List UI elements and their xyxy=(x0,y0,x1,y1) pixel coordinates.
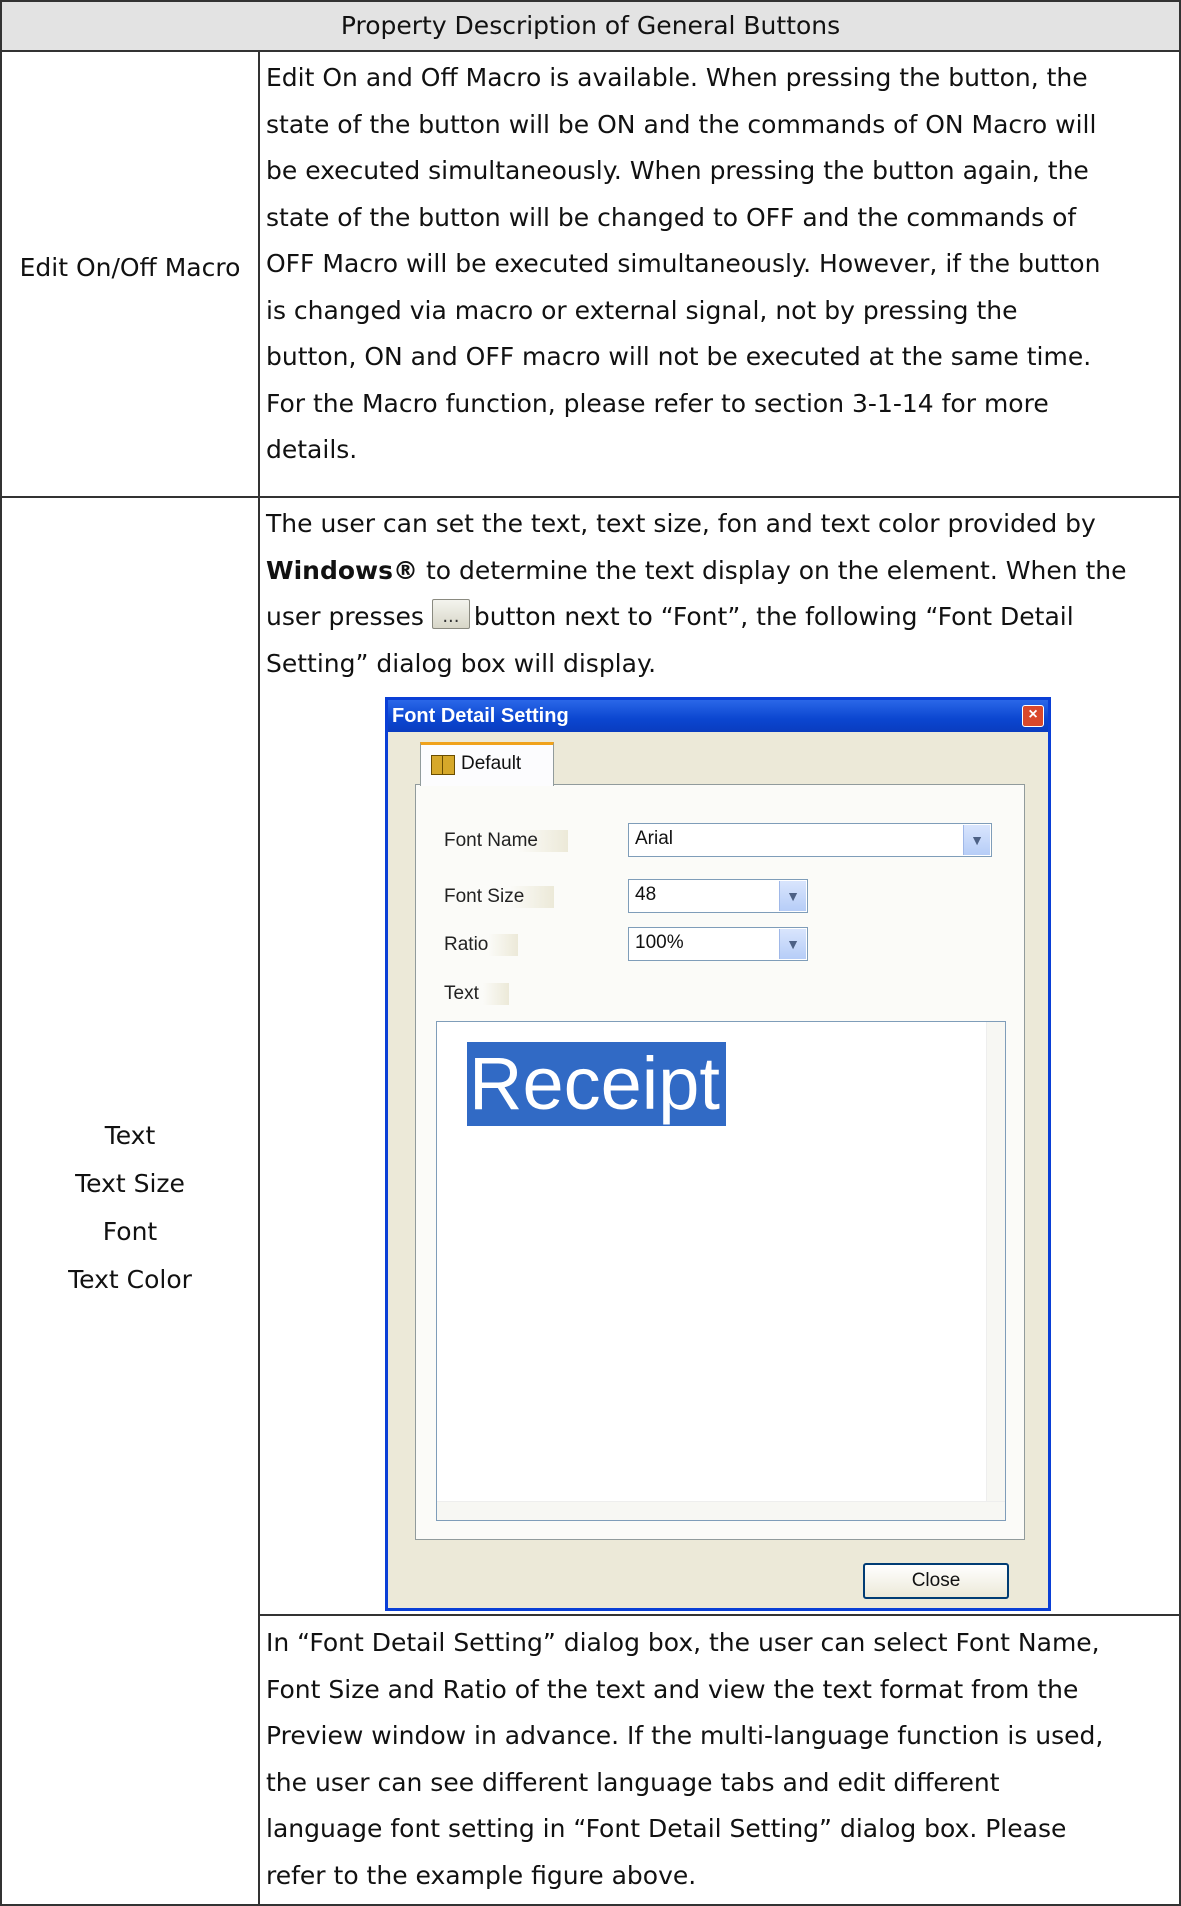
row-label-edit-macro: Edit On/Off Macro xyxy=(19,253,241,282)
label-font: Font xyxy=(102,1217,158,1246)
font-size-select[interactable]: 48 ▼ xyxy=(628,879,808,913)
row-description-edit-macro: Edit On and Off Macro is available. When… xyxy=(266,55,1171,474)
description-fragment: user presses xyxy=(266,602,424,631)
dropdown-arrow-icon[interactable]: ▼ xyxy=(779,929,806,959)
table-header: Property Description of General Buttons xyxy=(0,0,1181,52)
description-line: details. xyxy=(266,435,358,464)
ellipsis-button-icon: ... xyxy=(431,599,470,629)
description-line: button, ON and OFF macro will not be exe… xyxy=(266,342,1092,371)
description-line: OFF Macro will be executed simultaneousl… xyxy=(266,249,1101,278)
label-text: Text xyxy=(104,1121,156,1150)
description-line: state of the button will be ON and the c… xyxy=(266,109,1097,139)
tab-panel: Font Name Arial ▼ Font Size 48 ▼ Ratio 1… xyxy=(415,784,1025,1540)
column-divider xyxy=(258,50,260,496)
font-name-label: Font Name xyxy=(444,830,568,852)
close-button[interactable]: Close xyxy=(863,1563,1009,1599)
row-edit-macro: Edit On/Off Macro Edit On and Off Macro … xyxy=(0,50,1181,498)
description-line: be executed simultaneously. When pressin… xyxy=(266,156,1089,185)
dialog-title: Font Detail Setting xyxy=(392,705,569,727)
text-label: Text xyxy=(444,983,509,1005)
dialog-title-bar: Font Detail Setting × xyxy=(388,700,1048,732)
font-name-select[interactable]: Arial ▼ xyxy=(628,823,992,857)
description-line: The user can set the text, text size, fo… xyxy=(266,509,1096,538)
font-size-label: Font Size xyxy=(444,886,555,908)
description-line: Preview window in advance. If the multi-… xyxy=(266,1721,1104,1750)
label-text-color: Text Color xyxy=(68,1265,192,1294)
horizontal-scrollbar[interactable] xyxy=(437,1501,1005,1520)
font-detail-dialog: Font Detail Setting × Font Name Arial ▼ … xyxy=(385,697,1051,1611)
description-line: user presses... button next to “Font”, th… xyxy=(266,594,1171,641)
column-divider xyxy=(258,496,260,1904)
description-line: is changed via macro or external signal,… xyxy=(266,295,1018,325)
ratio-value: 100% xyxy=(635,932,684,953)
row-label-text-properties: Text Text Size Font Text Color xyxy=(2,1112,258,1304)
description-line: For the Macro function, please refer to … xyxy=(266,388,1049,418)
tab-default-label: Default xyxy=(461,753,522,774)
font-size-value: 48 xyxy=(635,884,657,905)
description-fragment: button next to “Font”, the following “Fo… xyxy=(473,602,1074,631)
row-description-text-intro: The user can set the text, text size, fo… xyxy=(266,501,1171,687)
close-icon[interactable]: × xyxy=(1022,705,1044,727)
dropdown-arrow-icon[interactable]: ▼ xyxy=(779,881,806,911)
vertical-scrollbar[interactable] xyxy=(986,1022,1005,1520)
description-line: Edit On and Off Macro is available. When… xyxy=(266,63,1088,92)
description-line: refer to the example figure above. xyxy=(266,1860,697,1890)
description-line: Setting” dialog box will display. xyxy=(266,648,657,678)
font-name-value: Arial xyxy=(635,828,674,849)
ratio-label: Ratio xyxy=(444,934,519,956)
description-fragment: to determine the text display on the ele… xyxy=(418,555,1127,585)
description-line: Windows® to determine the text display o… xyxy=(266,548,1171,595)
tab-default[interactable]: Default xyxy=(420,742,554,786)
book-icon xyxy=(431,755,455,775)
preview-text-selected: Receipt xyxy=(467,1042,726,1126)
label-text-size: Text Size xyxy=(75,1169,185,1198)
description-line: the user can see different language tabs… xyxy=(266,1767,1000,1797)
row-description-text-after: In “Font Detail Setting” dialog box, the… xyxy=(266,1620,1171,1899)
preview-text-area[interactable]: Receipt xyxy=(436,1021,1006,1521)
description-line: language font setting in “Font Detail Se… xyxy=(266,1814,1067,1843)
inner-divider xyxy=(258,1614,1179,1616)
ratio-select[interactable]: 100% ▼ xyxy=(628,927,808,961)
description-line: In “Font Detail Setting” dialog box, the… xyxy=(266,1628,1100,1657)
bold-windows: Windows® xyxy=(266,555,418,585)
dropdown-arrow-icon[interactable]: ▼ xyxy=(963,825,990,855)
description-line: Font Size and Ratio of the text and view… xyxy=(266,1674,1079,1704)
description-line: state of the button will be changed to O… xyxy=(266,202,1077,232)
